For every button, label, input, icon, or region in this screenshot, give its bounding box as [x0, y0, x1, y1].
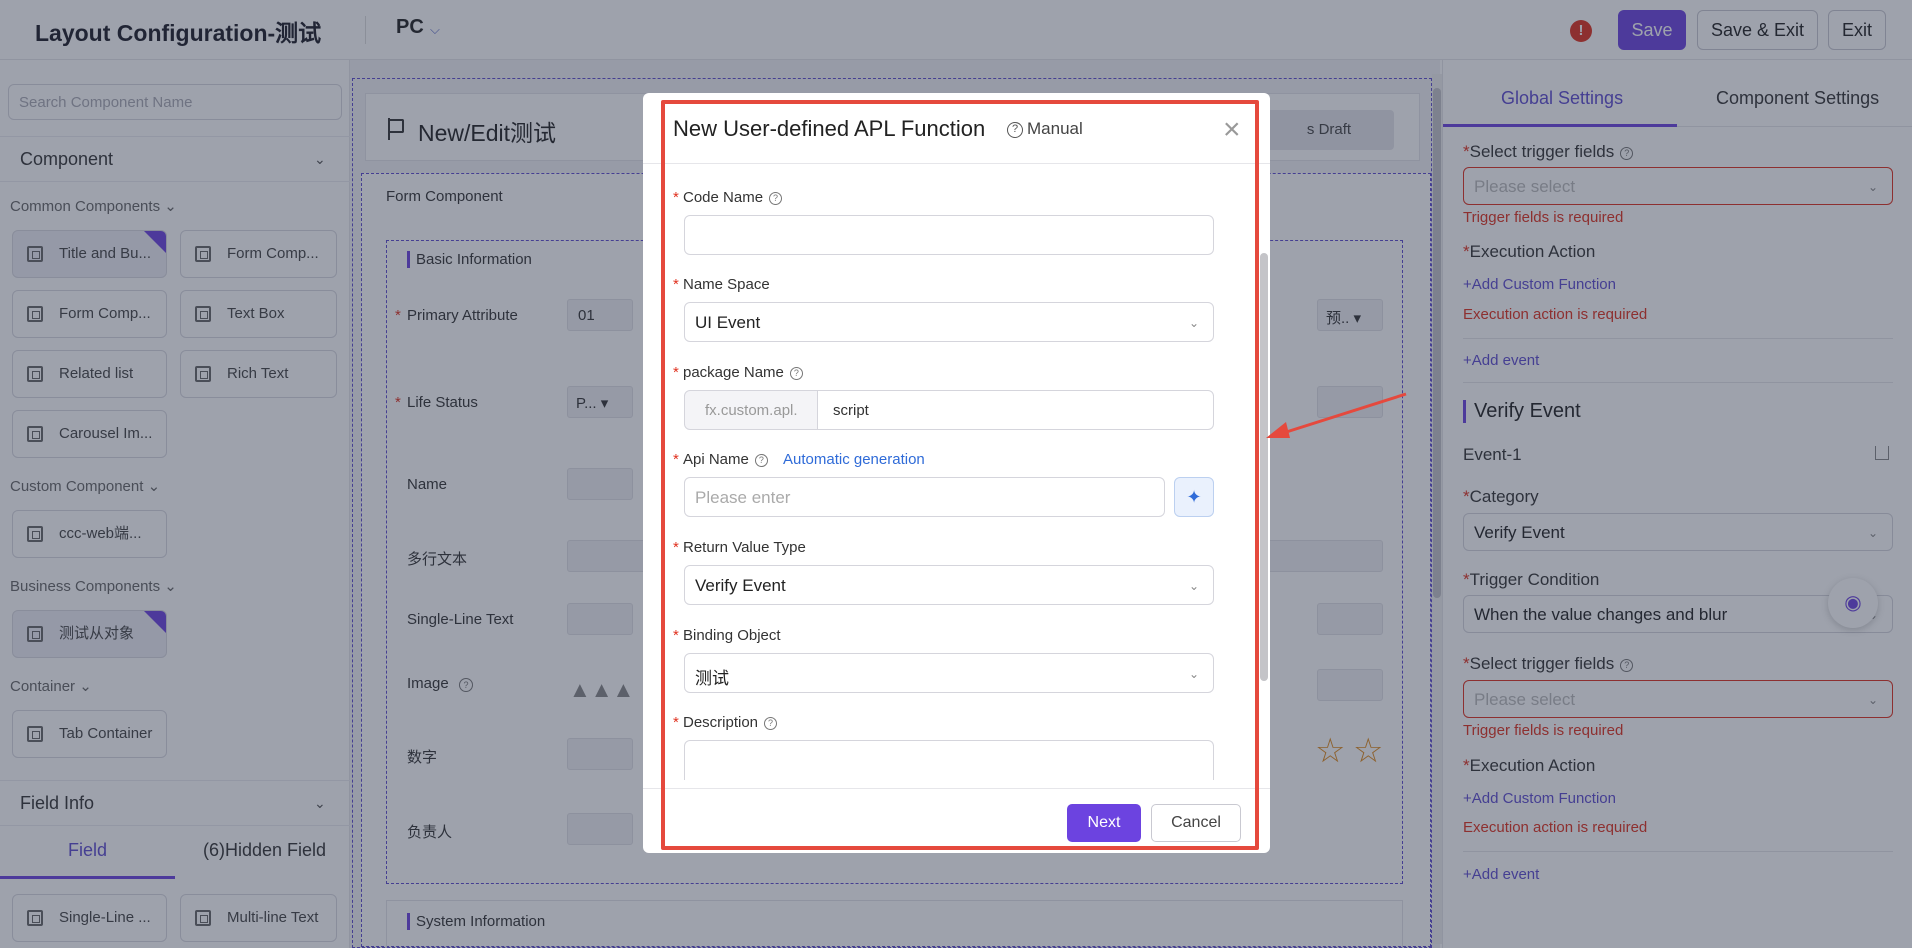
dialog-scrollbar[interactable]	[1260, 253, 1268, 681]
highlight-box	[661, 100, 1259, 850]
app-root: Layout Configuration-测试 PC ⌵ ! Save Save…	[0, 0, 1912, 948]
annotation-arrow	[1266, 392, 1407, 438]
